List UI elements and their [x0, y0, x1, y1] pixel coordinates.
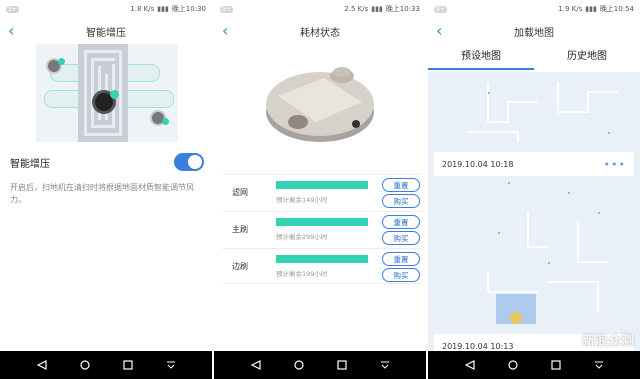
map-entry[interactable]: 2019.10.04 10:18 •••: [434, 152, 634, 176]
signal-icon: ▮▮▮: [585, 5, 597, 13]
nav-recent-icon[interactable]: [121, 358, 135, 372]
setting-label: 智能增压: [10, 158, 50, 170]
back-icon[interactable]: ‹: [436, 21, 442, 40]
nav-home-icon[interactable]: [292, 358, 306, 372]
map-tabs: 预设地图 历史地图: [428, 44, 640, 70]
nav-back-icon[interactable]: [249, 358, 263, 372]
boost-indicator-icon: [110, 90, 119, 99]
remaining-hours: 预计剩余299小时: [276, 233, 328, 241]
smart-boost-illustration: [36, 44, 178, 142]
nav-home-icon[interactable]: [78, 358, 92, 372]
signal-icon: ▮▮▮: [157, 5, 169, 13]
remaining-hours: 预计剩余199小时: [276, 270, 328, 278]
back-icon[interactable]: ‹: [8, 21, 14, 40]
page-header: ‹ 智能增压: [0, 18, 212, 44]
consumable-label: 主刷: [232, 225, 248, 234]
phone-screen-smart-boost: 9+ 1.8 K/s ▮▮▮ 晚上10:30 ‹ 智能增压 智能增压 开启后，扫…: [0, 0, 212, 379]
tab-history-maps[interactable]: 历史地图: [534, 44, 640, 70]
consumable-row-filter: 滤网 预计剩余149小时 重置 购买: [222, 174, 422, 210]
status-time: 晚上10:30: [171, 5, 206, 13]
signal-icon: ▮▮▮: [371, 5, 383, 13]
network-speed: 2.5 K/s: [344, 5, 369, 13]
smart-boost-setting: 智能增压: [10, 150, 204, 174]
nav-home-icon[interactable]: [506, 358, 520, 372]
boost-indicator-icon: [58, 58, 65, 65]
map-list: 2019.10.04 10:18 ••• 2019.10.04 10:13: [428, 72, 640, 352]
robot-vacuum-image: [266, 67, 374, 142]
remaining-life-bar: [276, 181, 368, 189]
page-header: ‹ 加载地图: [428, 18, 640, 44]
map-date: 2019.10.04 10:18: [442, 159, 514, 169]
android-nav-bar: [214, 351, 426, 379]
remaining-life-bar: [276, 255, 368, 263]
android-nav-bar: [428, 351, 640, 379]
nav-menu-icon[interactable]: [164, 358, 178, 372]
notification-badge: 9+: [6, 5, 19, 13]
phone-screen-load-map: 9+ 1.9 K/s ▮▮▮ 晚上10:54 ‹ 加载地图 预设地图 历史地图: [428, 0, 640, 379]
watermark: 新浪众测: [581, 334, 634, 349]
smart-boost-toggle[interactable]: [174, 153, 204, 171]
nav-back-icon[interactable]: [463, 358, 477, 372]
buy-button[interactable]: 购买: [382, 231, 420, 245]
reset-button[interactable]: 重置: [382, 252, 420, 266]
page-header: ‹ 耗材状态: [214, 18, 426, 44]
nav-menu-icon[interactable]: [592, 358, 606, 372]
more-options-icon[interactable]: •••: [604, 158, 626, 171]
reset-button[interactable]: 重置: [382, 215, 420, 229]
network-speed: 1.8 K/s: [130, 5, 155, 13]
page-title: 耗材状态: [300, 27, 340, 39]
page-title: 智能增压: [86, 27, 126, 39]
android-nav-bar: [0, 351, 212, 379]
reset-button[interactable]: 重置: [382, 178, 420, 192]
buy-button[interactable]: 购买: [382, 194, 420, 208]
buy-button[interactable]: 购买: [382, 268, 420, 282]
remaining-hours: 预计剩余149小时: [276, 196, 328, 204]
floor-map-preview: [468, 82, 618, 324]
notification-badge: 9+: [434, 5, 447, 13]
status-time: 晚上10:33: [385, 5, 420, 13]
boost-indicator-icon: [162, 118, 169, 125]
remaining-life-bar: [276, 218, 368, 226]
status-bar: 9+ 2.5 K/s ▮▮▮ 晚上10:33: [214, 0, 426, 18]
map-date: 2019.10.04 10:13: [442, 341, 514, 351]
notification-badge: 9+: [220, 5, 233, 13]
phone-screen-consumables: 9+ 2.5 K/s ▮▮▮ 晚上10:33 ‹ 耗材状态 滤网 预计剩余149…: [214, 0, 426, 379]
nav-back-icon[interactable]: [35, 358, 49, 372]
tab-preset-maps[interactable]: 预设地图: [428, 44, 534, 70]
consumable-label: 边刷: [232, 262, 248, 271]
consumable-label: 滤网: [232, 188, 248, 197]
consumable-row-side-brush: 边刷 预计剩余199小时 重置 购买: [222, 248, 422, 284]
setting-description: 开启后，扫地机在清扫时将根据地面材质智能调节风力。: [10, 183, 194, 204]
nav-menu-icon[interactable]: [378, 358, 392, 372]
nav-recent-icon[interactable]: [549, 358, 563, 372]
nav-recent-icon[interactable]: [335, 358, 349, 372]
back-icon[interactable]: ‹: [222, 21, 228, 40]
page-title: 加载地图: [514, 27, 554, 39]
status-bar: 9+ 1.8 K/s ▮▮▮ 晚上10:30: [0, 0, 212, 18]
status-time: 晚上10:54: [599, 5, 634, 13]
status-bar: 9+ 1.9 K/s ▮▮▮ 晚上10:54: [428, 0, 640, 18]
network-speed: 1.9 K/s: [558, 5, 583, 13]
consumable-row-main-brush: 主刷 预计剩余299小时 重置 购买: [222, 211, 422, 247]
